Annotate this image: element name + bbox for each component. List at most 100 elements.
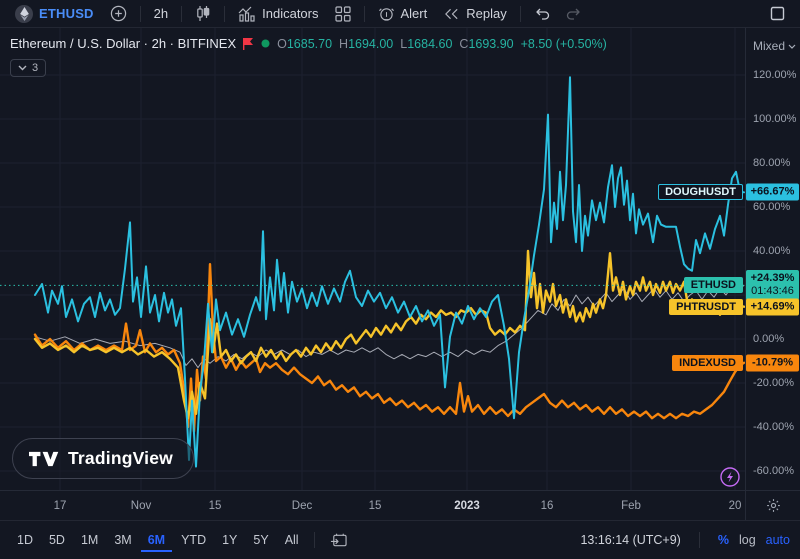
ohlc-values: O1685.70 H1694.00 L1684.60 C1693.90 +8.5… [277, 37, 607, 51]
change-value: +8.50 (+0.50%) [521, 37, 607, 51]
tradingview-watermark[interactable]: TradingView [12, 438, 194, 479]
fullscreen-button[interactable] [763, 4, 792, 23]
price-tick: 120.00% [753, 69, 796, 81]
low-value: 1684.60 [407, 37, 452, 51]
time-label: 15 [369, 500, 382, 512]
date-ranges: 1D5D1M3M6MYTD1Y5YAll [10, 529, 306, 552]
price-tick: 80.00% [753, 157, 790, 169]
price-label-ethusd: +24.39%01:43:46 [746, 270, 799, 300]
price-tick: 40.00% [753, 245, 790, 257]
price-label-indexusd: -10.79% [746, 354, 799, 371]
range-button-6m[interactable]: 6M [141, 529, 172, 552]
indicators-icon [238, 6, 256, 22]
range-button-5d[interactable]: 5D [42, 529, 72, 552]
range-button-ytd[interactable]: YTD [174, 529, 213, 552]
go-to-date-icon [330, 533, 347, 548]
top-toolbar: ETHUSD 2h Indicators [0, 0, 800, 28]
price-scale-mode-button[interactable]: Mixed [753, 39, 796, 53]
clock-label[interactable]: 13:16:14 (UTC+9) [580, 533, 680, 547]
alert-button[interactable]: Alert [371, 4, 435, 24]
alarm-clock-icon [378, 6, 395, 22]
auto-scale-button[interactable]: auto [766, 533, 790, 547]
bottom-toolbar: 1D5D1M3M6MYTD1Y5YAll 13:16:14 (UTC+9) % … [0, 520, 800, 559]
replay-button[interactable]: Replay [436, 4, 513, 23]
divider [520, 6, 521, 22]
series-label-doughusdt[interactable]: DOUGHUSDT [658, 184, 743, 200]
chart-area: Ethereum / U.S. Dollar · 2h · BITFINEX O… [0, 28, 800, 490]
time-label: 15 [209, 500, 222, 512]
time-labels[interactable]: 17Nov15Dec15202316Feb20 [0, 491, 745, 520]
gear-icon[interactable] [766, 498, 781, 513]
symbol-name: ETHUSD [39, 6, 94, 21]
series-label-ethusd[interactable]: ETHUSD [684, 277, 743, 293]
range-button-1m[interactable]: 1M [74, 529, 105, 552]
price-tick: -40.00% [753, 421, 794, 433]
time-label: Dec [292, 500, 312, 512]
close-value: 1693.90 [468, 37, 513, 51]
divider [140, 6, 141, 22]
price-tick: -20.00% [753, 377, 794, 389]
interval-label: 2h [154, 6, 168, 21]
watermark-text: TradingView [68, 448, 173, 469]
percent-scale-button[interactable]: % [718, 533, 729, 547]
time-label: 17 [54, 500, 67, 512]
price-tick: 0.00% [753, 333, 784, 345]
flag-icon[interactable] [243, 38, 254, 50]
price-scale-mode-label: Mixed [753, 39, 785, 53]
alert-label: Alert [401, 6, 428, 21]
series-label-indexusd[interactable]: INDEXUSD [672, 355, 743, 371]
candlestick-icon [195, 5, 211, 22]
range-button-1d[interactable]: 1D [10, 529, 40, 552]
interval-button[interactable]: 2h [147, 4, 175, 23]
time-label: 16 [541, 500, 554, 512]
indicator-count: 3 [32, 62, 38, 74]
high-value: 1694.00 [348, 37, 393, 51]
undo-icon [534, 7, 550, 20]
price-scale[interactable]: Mixed 120.00% 100.00% 80.00% 60.00% 40.00% 0.… [745, 28, 800, 490]
undo-button[interactable] [527, 5, 557, 22]
indicators-label: Indicators [262, 6, 318, 21]
chart-pane[interactable]: Ethereum / U.S. Dollar · 2h · BITFINEX O… [0, 28, 745, 490]
time-label: Nov [131, 500, 151, 512]
chart-type-button[interactable] [188, 3, 218, 24]
indicator-templates-button[interactable] [328, 4, 358, 24]
go-to-date-button[interactable] [323, 531, 354, 550]
lightning-icon[interactable] [719, 466, 741, 488]
legend-collapse-button[interactable]: 3 [10, 59, 46, 77]
time-label: Feb [621, 500, 641, 512]
price-tick: 100.00% [753, 113, 796, 125]
axis-settings-corner[interactable] [745, 491, 800, 520]
redo-icon [566, 7, 582, 20]
redo-button[interactable] [559, 5, 589, 22]
series-label-phtrusdt[interactable]: PHTRUSDT [669, 299, 743, 315]
replay-label: Replay [466, 6, 506, 21]
price-tick: 60.00% [753, 201, 790, 213]
time-label: 20 [729, 500, 742, 512]
divider [314, 532, 315, 548]
indicators-button[interactable]: Indicators [231, 4, 325, 24]
divider [181, 6, 182, 22]
ethereum-logo-icon [15, 5, 33, 23]
symbol-legend[interactable]: Ethereum / U.S. Dollar · 2h · BITFINEX O… [10, 36, 607, 51]
range-button-1y[interactable]: 1Y [215, 529, 244, 552]
price-label-doughusdt: +66.67% [746, 184, 799, 201]
chevron-down-icon [18, 65, 27, 71]
range-button-5y[interactable]: 5Y [246, 529, 275, 552]
divider [364, 6, 365, 22]
divider [699, 532, 700, 548]
market-status-dot[interactable] [261, 39, 270, 48]
plus-circle-icon [110, 5, 127, 22]
chart-canvas[interactable] [0, 28, 745, 490]
open-value: 1685.70 [287, 37, 332, 51]
range-button-all[interactable]: All [278, 529, 306, 552]
range-button-3m[interactable]: 3M [107, 529, 138, 552]
tradingview-logo-icon [29, 451, 59, 467]
time-axis[interactable]: 17Nov15Dec15202316Feb20 [0, 490, 800, 520]
divider [224, 6, 225, 22]
compare-button[interactable] [103, 3, 134, 24]
grid-icon [335, 6, 351, 22]
fullscreen-icon [770, 6, 785, 21]
symbol-button[interactable]: ETHUSD [8, 3, 101, 25]
log-scale-button[interactable]: log [739, 533, 756, 547]
price-tick: -60.00% [753, 465, 794, 477]
